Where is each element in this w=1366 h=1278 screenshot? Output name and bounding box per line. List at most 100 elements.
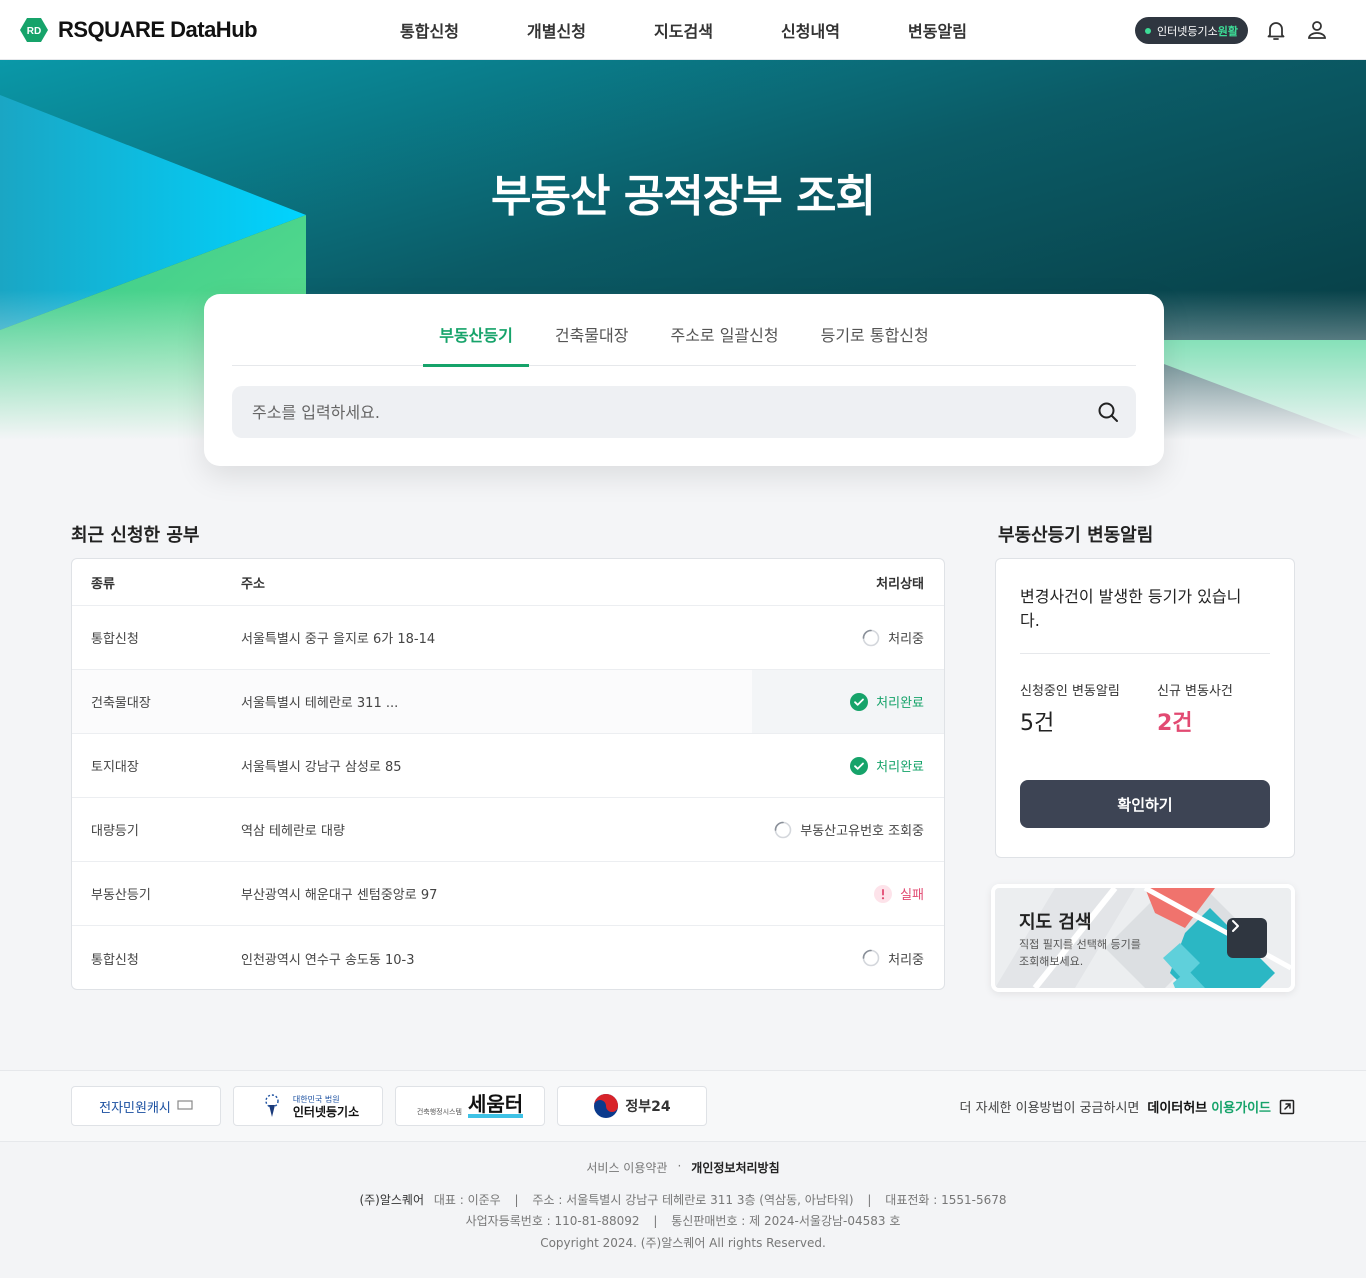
map-card-desc: 직접 필지를 선택해 등기를 조회해보세요. [1019,938,1141,968]
row-address: 역삼 테헤란로 대량 [241,824,345,839]
alert-card: 변경사건이 발생한 등기가 있습니다. 신청중인 변동알림 5건 신규 변동사건… [995,558,1295,858]
partner-minwon[interactable]: 전자민원캐시 [71,1086,221,1126]
footer-links: 서비스 이용약관 · 개인정보처리방침 [0,1159,1366,1176]
taegeuk-icon [594,1094,619,1118]
search-icon[interactable] [1080,386,1136,438]
check-circle-icon [850,692,869,711]
tab-real-estate-registry[interactable]: 부동산등기 [423,314,529,367]
top-header: RD RSQUARE DataHub 통합신청 개별신청 지도검색 신청내역 변… [0,0,1366,60]
nav-integrated[interactable]: 통합신청 [366,0,493,60]
row-status: 부동산고유번호 조회중 [774,820,924,839]
new-events-label: 신규 변동사건 [1157,684,1233,699]
address-search-input[interactable] [232,386,1080,438]
row-address: 서울특별시 중구 을지로 6가 18-14 [241,632,436,647]
tab-integrated-by-registry[interactable]: 등기로 통합신청 [805,314,945,366]
seumter-label: 세움터 [467,1092,524,1118]
spinner-icon [862,949,880,967]
alerts-section-title: 부동산등기 변동알림 [998,525,1154,546]
status-dot-icon [1145,27,1151,34]
table-header: 종류 주소 처리상태 [72,559,944,606]
company-address: 주소 : 서울특별시 강남구 테헤란로 311 3층 (역삼동, 아남타워) [532,1193,854,1207]
nav-history[interactable]: 신청내역 [747,0,874,60]
spinner-icon [774,821,792,838]
table-row[interactable]: 부동산등기 부산광역시 해운대구 센텀중앙로 97 실패 [72,862,944,926]
company-ceo: 대표 : 이준우 [433,1193,501,1207]
row-address: 인천광역시 연수구 송도동 10-3 [241,952,415,968]
table-row[interactable]: 토지대장 서울특별시 강남구 삼성로 85 처리완료 [72,734,944,798]
search-tabs: 부동산등기 건축물대장 주소로 일괄신청 등기로 통합신청 [232,314,1136,367]
pending-alerts-count: 5건 [1020,711,1055,736]
nav-alerts[interactable]: 변동알림 [874,0,1001,60]
partner-gov24[interactable]: 정부24 [557,1086,707,1126]
row-status: 처리중 [862,949,924,968]
row-status: 처리완료 [850,756,924,775]
privacy-link[interactable]: 개인정보처리방침 [691,1159,779,1176]
table-row[interactable]: 통합신청 인천광역시 연수구 송도동 10-3 처리중 [72,926,944,989]
row-status: 실패 [874,884,924,903]
table-row[interactable]: 통합신청 서울특별시 중구 을지로 6가 18-14 처리중 [72,606,944,670]
table-row[interactable]: 건축물대장 서울특별시 테헤란로 311 ... 처리완료 [72,670,944,734]
company-name: (주)알스퀘어 [359,1193,425,1207]
recent-table: 종류 주소 처리상태 통합신청 서울특별시 중구 을지로 6가 18-14 처리… [71,558,945,990]
monitor-icon [177,1100,193,1110]
guide-brand: 데이터허브 [1147,1101,1208,1116]
logo[interactable]: RD RSQUARE DataHub [20,17,258,43]
tab-bulk-by-address[interactable]: 주소로 일괄신청 [654,314,794,366]
row-status-text: 부동산고유번호 조회중 [800,824,924,839]
partner-links-bar: 전자민원캐시 대한민국 법원 인터넷등기소 건축행정시스템 세움터 정부24 더… [0,1070,1366,1142]
row-status-text: 실패 [900,888,924,903]
user-icon[interactable] [1305,18,1329,42]
row-status-text: 처리완료 [876,696,924,711]
error-icon [874,884,893,903]
search-card: 부동산등기 건축물대장 주소로 일괄신청 등기로 통합신청 [204,294,1164,466]
chevron-right-icon[interactable] [1227,918,1267,958]
status-value: 원활 [1217,24,1238,38]
row-type: 부동산등기 [91,888,151,903]
footer: 서비스 이용약관 · 개인정보처리방침 (주)알스퀘어 대표 : 이준우 | 주… [0,1142,1366,1278]
row-type: 건축물대장 [91,696,151,711]
external-link-icon[interactable] [1279,1099,1295,1115]
nav-individual[interactable]: 개별신청 [493,0,620,60]
header-status: 처리상태 [876,576,924,592]
search-bar [232,386,1136,438]
company-info: (주)알스퀘어 대표 : 이준우 | 주소 : 서울특별시 강남구 테헤란로 3… [359,1193,1007,1207]
spinner-icon [862,629,880,646]
row-type: 대량등기 [91,824,139,839]
row-status: 처리중 [862,628,924,647]
row-type: 통합신청 [91,952,139,968]
map-card-title: 지도 검색 [1019,912,1092,933]
bell-icon[interactable] [1264,18,1288,42]
row-status-text: 처리완료 [876,760,924,775]
table-row[interactable]: 대량등기 역삼 테헤란로 대량 부동산고유번호 조회중 [72,798,944,862]
nav-map-search[interactable]: 지도검색 [620,0,747,60]
row-status-text: 처리중 [888,632,924,647]
row-address: 부산광역시 해운대구 센텀중앙로 97 [241,888,438,903]
iros-label: 인터넷등기소 [292,1105,360,1119]
registry-status-badge: 인터넷등기소 원활 [1135,17,1248,44]
usage-guide: 더 자세한 이용방법이 궁금하시면 데이터허브 이용가이드 [960,1097,1295,1116]
seumter-small-label: 건축행정시스템 [416,1108,462,1116]
confirm-button[interactable]: 확인하기 [1020,780,1270,828]
guide-link[interactable]: 이용가이드 [1211,1097,1271,1116]
header-type: 종류 [91,576,115,592]
row-address: 서울특별시 강남구 삼성로 85 [241,760,402,775]
logo-badge: RD [27,26,41,37]
terms-link[interactable]: 서비스 이용약관 [586,1159,667,1176]
copyright: Copyright 2024. (주)알스퀘어 All rights Reser… [540,1236,826,1250]
partner-seumter[interactable]: 건축행정시스템 세움터 [395,1086,545,1126]
mail-order-number: 통신판매번호 : 제 2024-서울강남-04583 호 [671,1214,901,1228]
row-type: 통합신청 [91,632,139,647]
row-address: 서울특별시 테헤란로 311 ... [241,696,399,711]
header-address: 주소 [241,576,265,592]
logo-icon: RD [20,17,48,43]
gov24-label: 정부24 [625,1099,671,1115]
map-search-card[interactable]: 지도 검색 직접 필지를 선택해 등기를 조회해보세요. [991,884,1295,992]
tab-building-ledger[interactable]: 건축물대장 [539,314,645,366]
registration-info: 사업자등록번호 : 110-81-88092 | 통신판매번호 : 제 2024… [465,1214,901,1228]
alert-message: 변경사건이 발생한 등기가 있습니다. [1020,587,1242,630]
check-circle-icon [850,756,869,775]
partner-iros[interactable]: 대한민국 법원 인터넷등기소 [233,1086,383,1126]
main-nav: 통합신청 개별신청 지도검색 신청내역 변동알림 [366,0,1001,60]
new-events-count: 2건 [1157,711,1193,736]
court-emblem-icon [265,1094,279,1117]
